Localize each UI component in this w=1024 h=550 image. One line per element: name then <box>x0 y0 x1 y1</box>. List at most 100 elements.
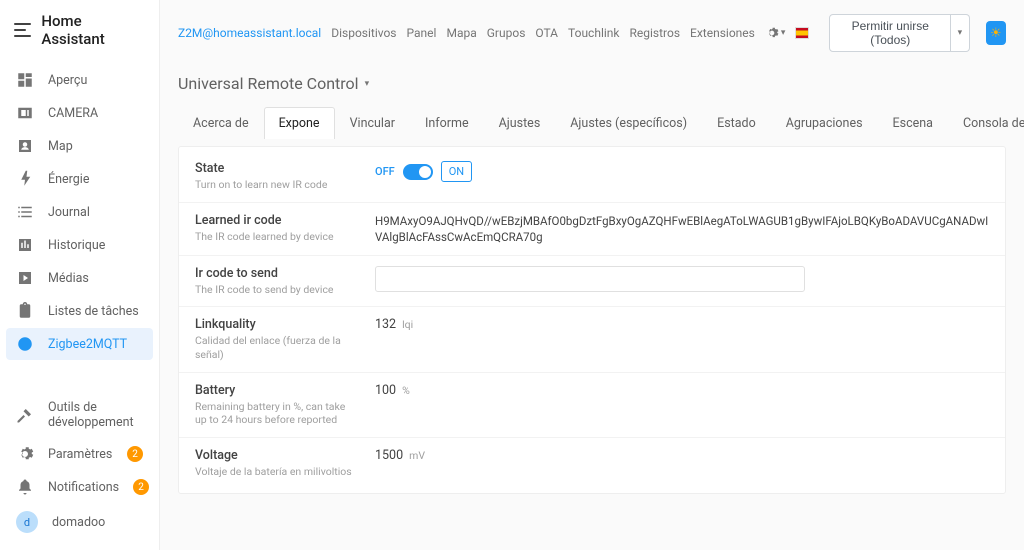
expose-panel: State Turn on to learn new IR code OFF O… <box>178 146 1006 494</box>
learned-title: Learned ir code <box>195 213 355 228</box>
battery-desc: Remaining battery in %, can take up to 2… <box>195 400 355 427</box>
row-linkquality: Linkquality Calidad del enlace (fuerza d… <box>179 307 1005 372</box>
sidebar-item-map[interactable]: Map <box>6 130 153 162</box>
tab-expone[interactable]: Expone <box>264 107 335 139</box>
sun-icon: ☀ <box>990 26 1002 41</box>
linkquality-value: 132 <box>375 317 396 332</box>
sidebar-item-label: Paramètres <box>48 447 112 462</box>
tab-agrupaciones[interactable]: Agrupaciones <box>771 107 878 139</box>
voltage-desc: Voltaje de la batería en milivoltios <box>195 465 355 479</box>
sidebar-item-listes[interactable]: Listes de tâches <box>6 295 153 327</box>
permit-join-button[interactable]: Permitir unirse (Todos) <box>829 14 951 52</box>
sidebar-nav: Aperçu CAMERA Map Énergie Journal Histor… <box>0 60 159 387</box>
sidebar-item-devtools[interactable]: Outils de développement <box>6 393 153 437</box>
sidebar-item-user[interactable]: d domadoo <box>6 504 153 540</box>
toggle-on-label[interactable]: ON <box>441 161 472 182</box>
tab-ajustes-especificos[interactable]: Ajustes (específicos) <box>555 107 702 139</box>
permit-join-dropdown[interactable]: ▾ <box>951 14 969 52</box>
app-title: Home Assistant <box>41 12 145 48</box>
sidebar-item-notifications[interactable]: Notifications 2 <box>6 471 153 503</box>
row-ir-code-send: Ir code to send The IR code to send by d… <box>179 256 1005 308</box>
tab-consola-desarrollo[interactable]: Consola de desarrollo <box>948 107 1024 139</box>
sidebar-item-label: Aperçu <box>48 73 87 88</box>
topnav-ota[interactable]: OTA <box>535 26 558 40</box>
flag-es-icon[interactable] <box>795 27 809 39</box>
tab-informe[interactable]: Informe <box>410 107 484 139</box>
topnav-grupos[interactable]: Grupos <box>487 26 526 40</box>
linkquality-unit: lqi <box>402 318 413 331</box>
topnav-settings-dropdown[interactable]: ▾ <box>765 26 786 40</box>
topnav-touchlink[interactable]: Touchlink <box>568 26 619 40</box>
toggle-off-label[interactable]: OFF <box>375 165 395 178</box>
learned-desc: The IR code learned by device <box>195 230 355 244</box>
settings-badge: 2 <box>127 446 143 462</box>
sidebar-item-journal[interactable]: Journal <box>6 196 153 228</box>
chevron-down-icon: ▾ <box>781 28 786 38</box>
sidebar-item-label: domadoo <box>52 515 105 530</box>
play-box-icon <box>16 269 34 287</box>
topnav-dispositivos[interactable]: Dispositivos <box>331 26 396 40</box>
row-state: State Turn on to learn new IR code OFF O… <box>179 151 1005 203</box>
content: Universal Remote Control ▾ Acerca de Exp… <box>160 60 1024 550</box>
sidebar-item-settings[interactable]: Paramètres 2 <box>6 438 153 470</box>
row-voltage: Voltage Voltaje de la batería en milivol… <box>179 438 1005 489</box>
sidebar-item-label: Zigbee2MQTT <box>48 337 127 352</box>
sidebar-bottom: Outils de développement Paramètres 2 Not… <box>0 387 159 550</box>
topnav-extensiones[interactable]: Extensiones <box>690 26 755 40</box>
permit-join-group: Permitir unirse (Todos) ▾ <box>829 14 969 52</box>
row-battery: Battery Remaining battery in %, can take… <box>179 373 1005 438</box>
sidebar-item-medias[interactable]: Médias <box>6 262 153 294</box>
tab-ajustes[interactable]: Ajustes <box>484 107 556 139</box>
send-title: Ir code to send <box>195 266 355 281</box>
theme-toggle-button[interactable]: ☀ <box>986 21 1006 45</box>
sidebar-item-label: Énergie <box>48 172 89 187</box>
bell-icon <box>16 478 34 496</box>
device-tabs: Acerca de Expone Vincular Informe Ajuste… <box>178 107 1006 140</box>
topnav: Z2M@homeassistant.local Dispositivos Pan… <box>160 0 1024 60</box>
sidebar-item-zigbee2mqtt[interactable]: Zigbee2MQTT <box>6 328 153 360</box>
sidebar-item-energie[interactable]: Énergie <box>6 163 153 195</box>
voltage-value: 1500 <box>375 448 403 463</box>
voltage-unit: mV <box>409 449 425 462</box>
sidebar-item-apercu[interactable]: Aperçu <box>6 64 153 96</box>
dashboard-icon <box>16 71 34 89</box>
page-title: Universal Remote Control <box>178 74 359 93</box>
zigbee-icon <box>16 335 34 353</box>
linkquality-title: Linkquality <box>195 317 355 332</box>
tab-vincular[interactable]: Vincular <box>335 107 410 139</box>
sidebar-item-camera[interactable]: CAMERA <box>6 97 153 129</box>
state-title: State <box>195 161 355 176</box>
tab-acerca-de[interactable]: Acerca de <box>178 107 264 139</box>
topnav-registros[interactable]: Registros <box>630 26 681 40</box>
list-icon <box>16 203 34 221</box>
battery-value: 100 <box>375 383 396 398</box>
topnav-panel[interactable]: Panel <box>407 26 437 40</box>
notifications-badge: 2 <box>133 479 149 495</box>
sidebar-item-historique[interactable]: Historique <box>6 229 153 261</box>
battery-title: Battery <box>195 383 355 398</box>
sidebar-item-label: Notifications <box>48 480 119 495</box>
topnav-mapa[interactable]: Mapa <box>446 26 476 40</box>
sidebar-item-label: Outils de développement <box>48 400 143 430</box>
topnav-email[interactable]: Z2M@homeassistant.local <box>178 26 321 40</box>
camera-icon <box>16 104 34 122</box>
page-title-row[interactable]: Universal Remote Control ▾ <box>178 74 1006 93</box>
chevron-down-icon: ▾ <box>365 79 370 89</box>
tab-escena[interactable]: Escena <box>878 107 948 139</box>
sidebar-header: Home Assistant <box>0 0 159 60</box>
sidebar-item-label: CAMERA <box>48 106 98 121</box>
tab-estado[interactable]: Estado <box>702 107 771 139</box>
state-toggle: OFF ON <box>375 161 472 182</box>
main: Z2M@homeassistant.local Dispositivos Pan… <box>160 0 1024 550</box>
hammer-icon <box>16 406 34 424</box>
gear-icon <box>765 26 779 40</box>
battery-unit: % <box>402 384 410 397</box>
gear-icon <box>16 445 34 463</box>
menu-toggle-icon[interactable] <box>14 23 31 37</box>
sidebar: Home Assistant Aperçu CAMERA Map Énergie… <box>0 0 160 550</box>
ir-code-send-input[interactable] <box>375 266 805 292</box>
sidebar-item-label: Médias <box>48 271 89 286</box>
linkquality-desc: Calidad del enlace (fuerza de la señal) <box>195 334 355 361</box>
send-desc: The IR code to send by device <box>195 283 355 297</box>
toggle-switch[interactable] <box>403 164 433 180</box>
